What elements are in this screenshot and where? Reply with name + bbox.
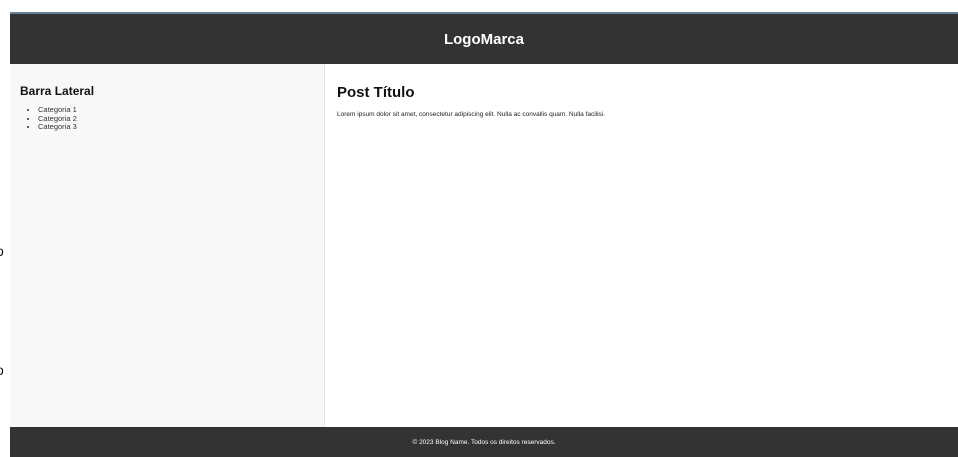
category-list: Categoria 1 Categoria 2 Categoria 3 [20, 105, 314, 132]
site-header: LogoMarca [10, 12, 958, 64]
sidebar-title: Barra Lateral [20, 84, 95, 98]
page-container: LogoMarca Barra Lateral Categoria 1 Cate… [10, 12, 958, 457]
top-strip [0, 0, 958, 12]
site-footer: © 2023 Blog Name. Todos os direitos rese… [10, 427, 958, 457]
edge-glyph-1: o [0, 244, 4, 258]
main-content: Post Título Lorem ipsum dolor sit amet, … [325, 64, 958, 427]
post-title: Post Título [337, 84, 415, 101]
content-area: Barra Lateral Categoria 1 Categoria 2 Ca… [10, 64, 958, 427]
page-canvas: o o LogoMarca Barra Lateral Categoria 1 … [0, 0, 958, 457]
sidebar-item-categoria-1[interactable]: Categoria 1 [38, 105, 314, 115]
edge-glyph-2: o [0, 363, 4, 377]
logo-text[interactable]: LogoMarca [444, 31, 524, 48]
sidebar-item-categoria-2[interactable]: Categoria 2 [38, 114, 314, 124]
post-body: Lorem ipsum dolor sit amet, consectetur … [337, 111, 606, 118]
sidebar-item-categoria-3[interactable]: Categoria 3 [38, 122, 314, 132]
footer-text: © 2023 Blog Name. Todos os direitos rese… [412, 438, 556, 446]
sidebar: Barra Lateral Categoria 1 Categoria 2 Ca… [10, 64, 325, 427]
